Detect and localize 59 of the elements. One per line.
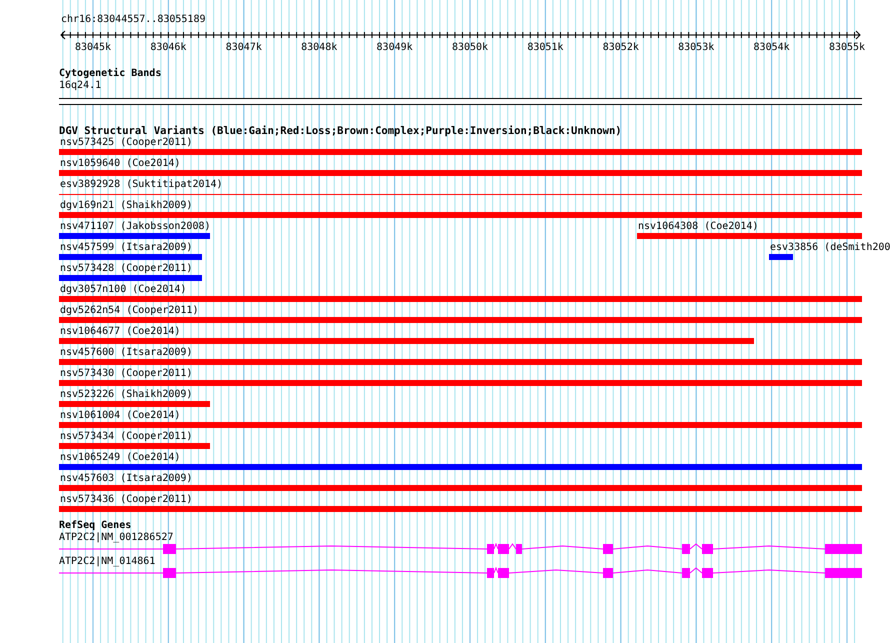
variant-bar[interactable] (59, 296, 862, 302)
ruler-tick-label: 83047k (226, 42, 262, 54)
variant-label: esv3892928 (Suktitipat2014) (59, 179, 223, 191)
variant-label: nsv523226 (Shaikh2009) (59, 389, 192, 401)
variant-label: dgv169n21 (Shaikh2009) (59, 200, 192, 212)
track-title: DGV Structural Variants (Blue:Gain;Red:Loss;Brown:Complex;Purple:Inversion;Black:Unknown) (59, 125, 623, 137)
variant-label: nsv457599 (Itsara2009) (59, 242, 192, 254)
variant-bar[interactable] (59, 317, 862, 323)
variant-label: nsv573425 (Cooper2011) (59, 137, 192, 149)
variant-label: nsv1065249 (Coe2014) (59, 452, 180, 464)
ruler-tick-label: 83045k (74, 42, 112, 54)
track-title: Cytogenetic Bands (59, 68, 162, 80)
variant-label: nsv1064308 (Coe2014) (637, 221, 758, 233)
variant-bar[interactable] (59, 380, 862, 386)
variant-label: dgv5262n54 (Cooper2011) (59, 305, 198, 317)
variant-label: nsv457603 (Itsara2009) (59, 473, 192, 485)
ruler-tick-label: 83054k (754, 42, 790, 54)
variant-label: nsv1059640 (Coe2014) (59, 158, 180, 170)
variant-label: nsv573430 (Cooper2011) (59, 368, 192, 380)
ruler-tick-label: 83051k (527, 42, 564, 54)
gene-label: ATP2C2|NM_014861 (59, 556, 156, 567)
variant-bar[interactable] (769, 254, 793, 260)
variant-bar[interactable] (59, 149, 862, 155)
variant-bar[interactable] (59, 422, 862, 428)
ruler-tick-label: 83049k (376, 42, 413, 54)
variant-bar[interactable] (59, 338, 754, 344)
ruler-tick-label: 83053k (678, 42, 714, 54)
variant-label: nsv573434 (Cooper2011) (59, 431, 192, 443)
variant-bar[interactable] (59, 506, 862, 512)
gene-label: ATP2C2|NM_001286527 (59, 532, 174, 543)
variant-bar[interactable] (59, 401, 210, 407)
track-title: RefSeq Genes (59, 520, 132, 532)
variant-bar[interactable] (59, 359, 862, 365)
gene-model-drawing[interactable] (59, 567, 862, 578)
variant-bar[interactable] (59, 485, 862, 491)
gene-model-drawing[interactable] (59, 543, 862, 554)
variant-label: nsv457600 (Itsara2009) (59, 347, 192, 359)
band-label: 16q24.1 (59, 80, 102, 91)
variant-label: nsv1061004 (Coe2014) (59, 410, 180, 422)
variant-bar[interactable] (59, 212, 862, 218)
ruler-tick-label: 83046k (150, 42, 186, 54)
ruler-tick-label: 83048k (301, 42, 338, 54)
variant-label: nsv573436 (Cooper2011) (59, 494, 192, 506)
variant-label: dgv3057n100 (Coe2014) (59, 284, 186, 296)
variant-label: nsv471107 (Jakobsson2008) (59, 221, 211, 233)
variant-bar[interactable] (59, 233, 210, 239)
variant-label: esv33856 (deSmith200 (769, 242, 890, 254)
variant-label: nsv1064677 (Coe2014) (59, 326, 180, 338)
variant-bar[interactable] (59, 443, 210, 449)
variant-bar[interactable] (637, 233, 862, 239)
ruler-tick-label: 83052k (602, 42, 639, 54)
variant-bar[interactable] (59, 170, 862, 176)
ruler-tick-label: 83050k (452, 42, 488, 54)
variant-label: nsv573428 (Cooper2011) (59, 263, 192, 275)
locus-label: chr16:83044557..83055189 (60, 14, 206, 26)
ruler-tick-label: 83055k (828, 42, 866, 54)
variant-bar[interactable] (59, 275, 202, 281)
variant-bar[interactable] (59, 254, 202, 260)
variant-bar[interactable] (59, 464, 862, 470)
